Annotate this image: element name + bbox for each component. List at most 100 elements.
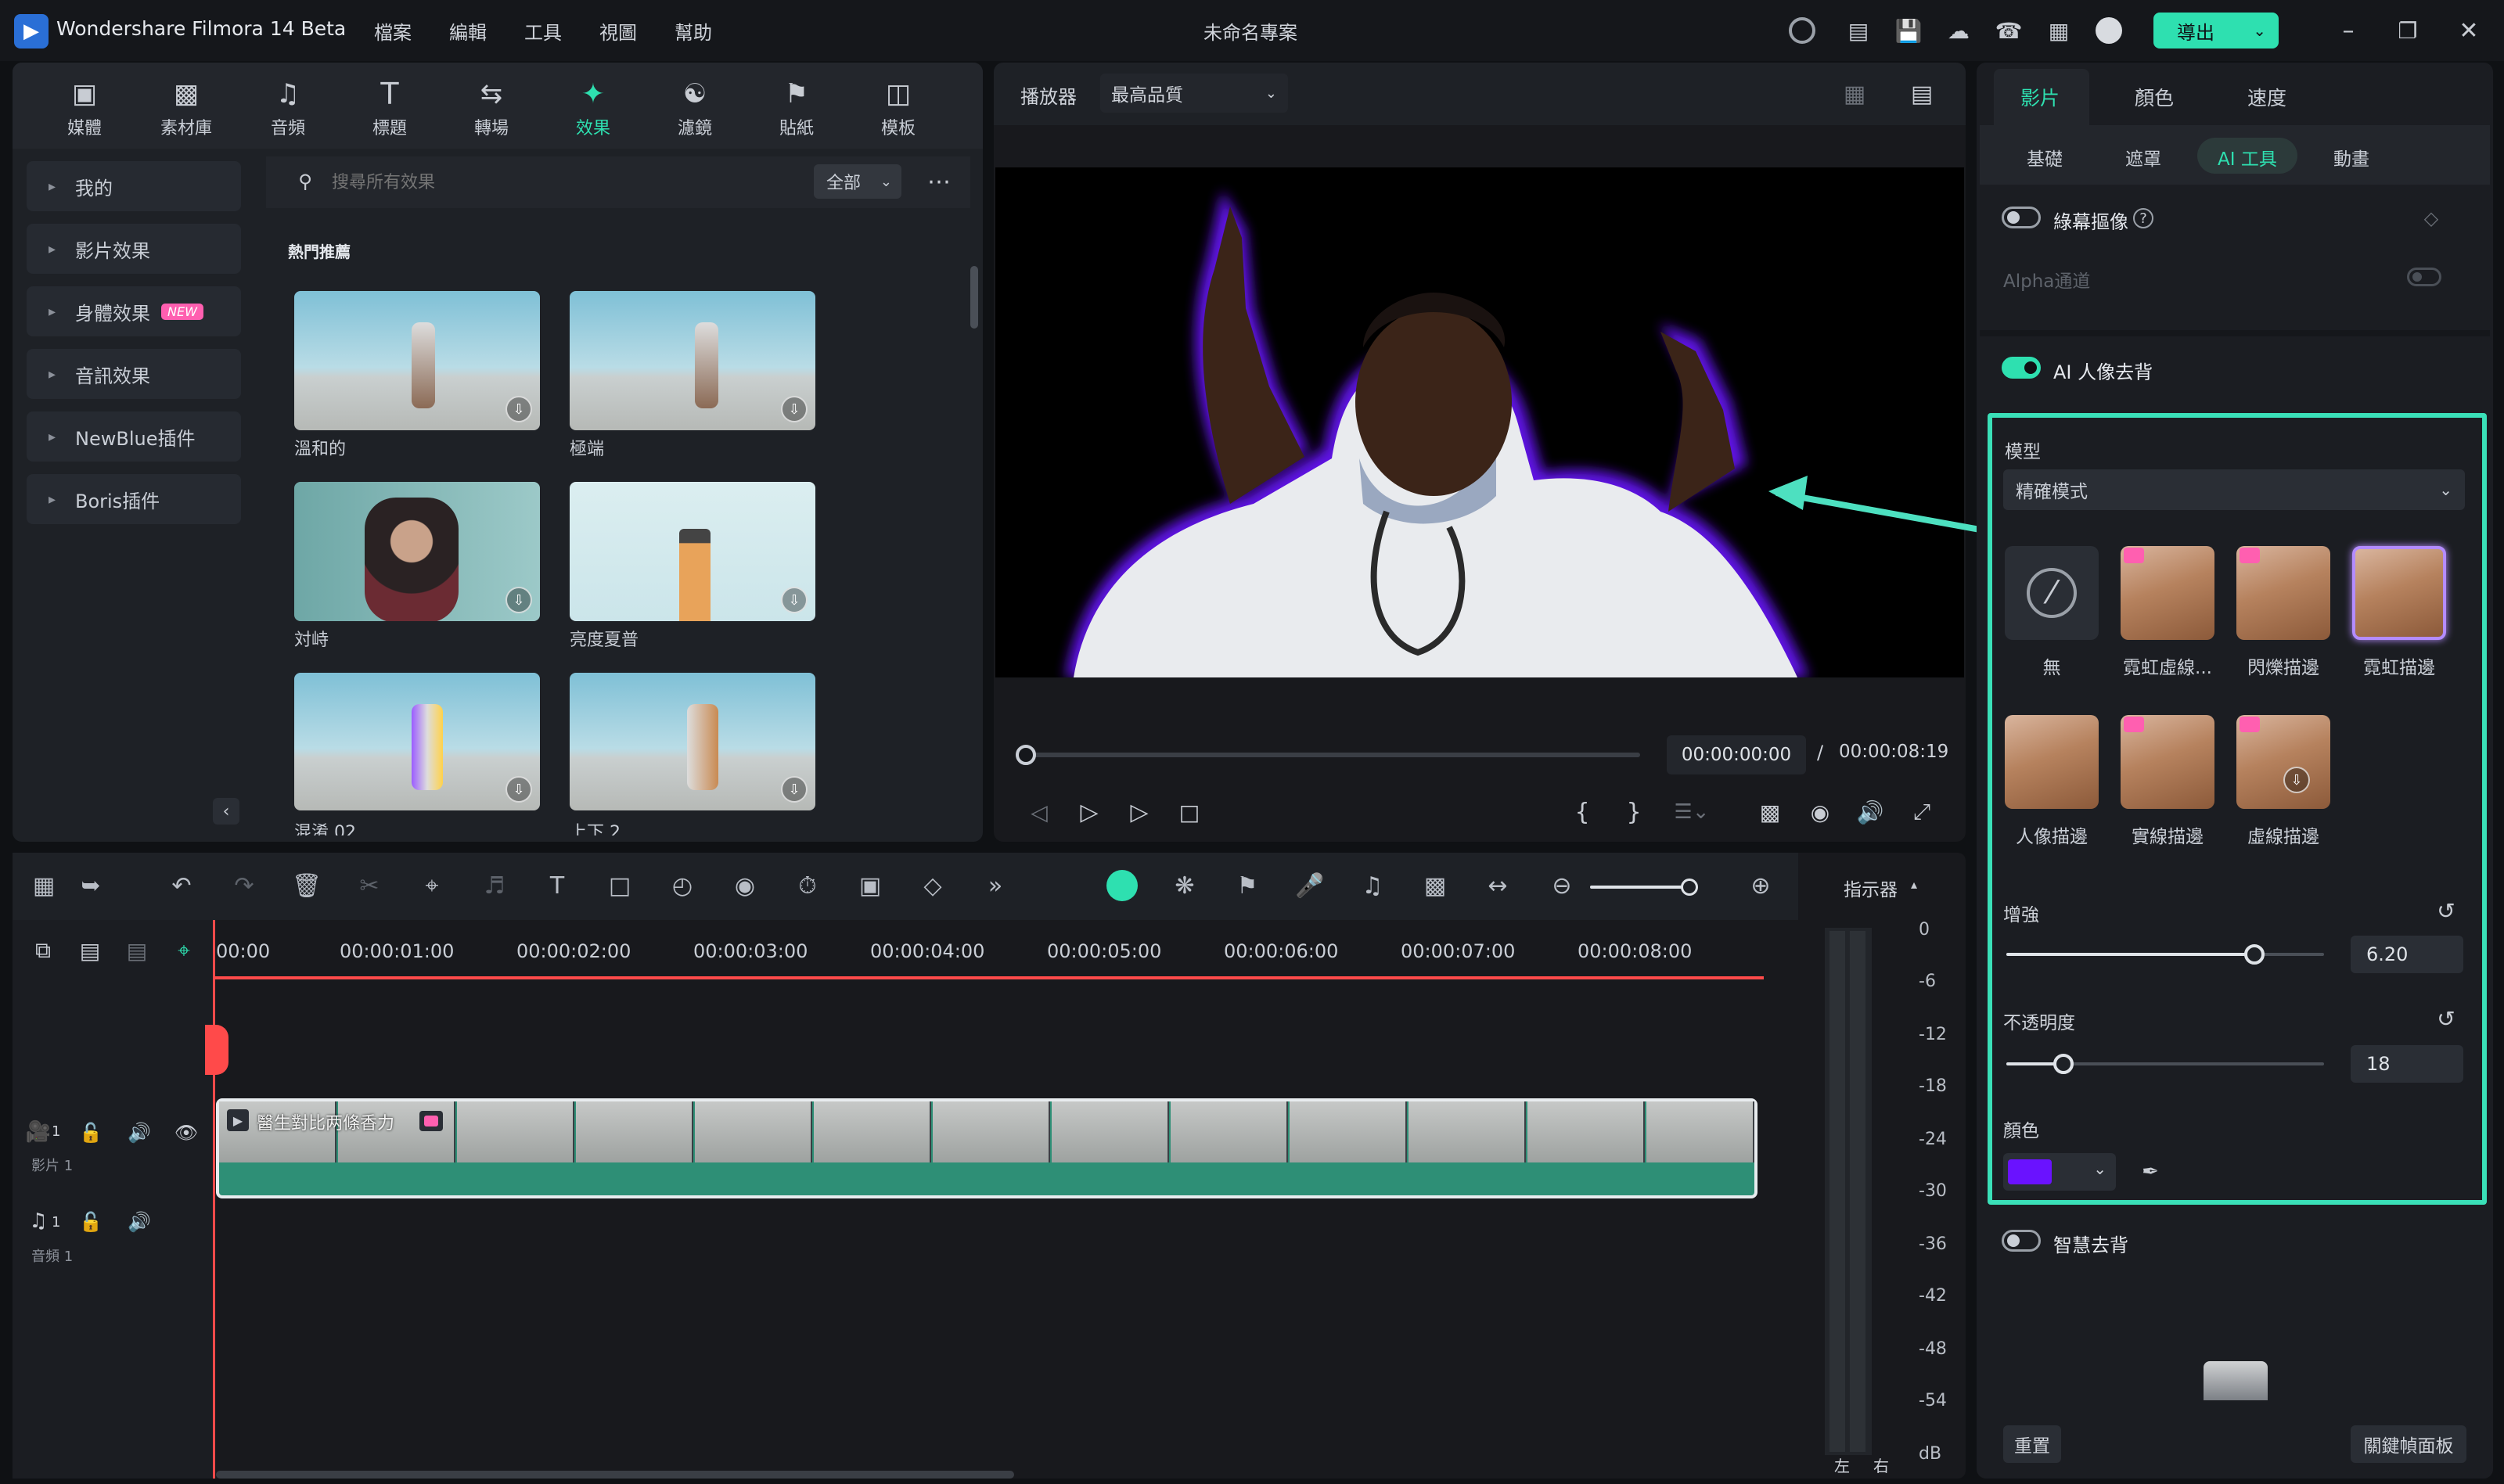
opacity-slider[interactable]: [2006, 1054, 2324, 1074]
smart-cutout-toggle[interactable]: [2002, 1230, 2041, 1252]
pip-icon[interactable]: ▩: [1419, 870, 1451, 901]
enhance-slider[interactable]: [2006, 944, 2324, 965]
display-icon[interactable]: ▩: [1754, 796, 1786, 828]
preset-flash-stroke[interactable]: [2236, 546, 2330, 640]
restore-icon[interactable]: ❐: [2394, 17, 2421, 44]
fullscreen-icon[interactable]: ⤢: [1906, 796, 1937, 828]
auto-reframe-icon[interactable]: ▣: [854, 870, 886, 901]
record-icon[interactable]: [1789, 17, 1815, 44]
render-icon[interactable]: ❋: [1169, 870, 1200, 901]
sidebar-item-video-effects[interactable]: 影片效果: [27, 224, 241, 274]
track-manage-icon[interactable]: ▤: [122, 936, 152, 965]
camera-icon[interactable]: ◉: [1804, 796, 1836, 828]
zoom-in-icon[interactable]: ⊕: [1745, 870, 1776, 901]
effect-thumb-standoff[interactable]: ⇩: [294, 482, 540, 621]
playback-scrubber[interactable]: [1016, 745, 1640, 765]
download-icon[interactable]: ⇩: [781, 396, 808, 422]
cloud-icon[interactable]: ☁: [1945, 17, 1972, 44]
redo-icon[interactable]: ↷: [228, 870, 260, 901]
opacity-slider-knob[interactable]: [2053, 1054, 2074, 1074]
audio-icon[interactable]: ♫: [272, 78, 304, 110]
download-icon[interactable]: ⇩: [781, 776, 808, 803]
reset-button[interactable]: 重置: [2003, 1425, 2061, 1463]
timeline-hscrollbar[interactable]: [216, 1471, 1014, 1479]
ai-portrait-toggle[interactable]: [2002, 357, 2041, 379]
quality-dropdown[interactable]: 最高品質 ⌄: [1100, 74, 1288, 113]
indicator-label[interactable]: 指示器: [1844, 875, 1898, 901]
lock-icon[interactable]: 🔓: [78, 1120, 103, 1145]
add-track-icon[interactable]: ⧉: [28, 936, 58, 965]
preset-neon-stroke[interactable]: [2352, 546, 2446, 640]
snap-icon[interactable]: ⌖: [169, 936, 199, 965]
sidebar-item-body-effects[interactable]: 身體效果 NEW: [27, 286, 241, 336]
mark-out-icon[interactable]: }: [1618, 796, 1650, 828]
stop-icon[interactable]: □: [1174, 796, 1205, 828]
select-tool-icon[interactable]: ➥: [75, 870, 106, 901]
enhance-slider-knob[interactable]: [2243, 944, 2265, 965]
caret-up-icon[interactable]: ▴: [1906, 875, 1922, 893]
zoom-slider-knob[interactable]: [1681, 879, 1698, 896]
menu-help[interactable]: 幫助: [675, 17, 712, 45]
filter-dropdown[interactable]: 全部 ⌄: [814, 164, 901, 199]
grid-icon[interactable]: ▦: [2045, 17, 2072, 44]
lock-icon[interactable]: 🔓: [78, 1209, 103, 1234]
avatar[interactable]: [2096, 17, 2122, 44]
effects-icon[interactable]: ✦: [577, 78, 609, 110]
effects-search[interactable]: ⚲ 全部 ⌄ ⋯: [266, 156, 970, 208]
effect-thumb-gentle[interactable]: ⇩: [294, 291, 540, 430]
toolbar-effects[interactable]: 效果: [554, 114, 632, 139]
mute-icon[interactable]: 🔊: [127, 1120, 152, 1145]
toolbar-template[interactable]: 模板: [859, 114, 937, 139]
sidebar-item-newblue[interactable]: NewBlue插件: [27, 411, 241, 462]
model-dropdown[interactable]: 精確模式 ⌄: [2003, 469, 2465, 510]
tab-color[interactable]: 顏色: [2135, 83, 2174, 111]
keyframe-diamond-icon[interactable]: ◇: [2419, 207, 2443, 230]
timer-icon[interactable]: ⏱: [792, 870, 823, 901]
download-icon[interactable]: ⇩: [505, 587, 532, 613]
transition-icon[interactable]: ⇆: [476, 78, 507, 110]
tab-speed[interactable]: 速度: [2247, 83, 2286, 111]
toolbar-sticker[interactable]: 貼紙: [757, 114, 836, 139]
close-icon[interactable]: ✕: [2455, 17, 2482, 45]
split-icon[interactable]: ✂: [354, 870, 385, 901]
zoom-slider[interactable]: [1590, 879, 1698, 896]
eyedropper-icon[interactable]: ✒: [2136, 1158, 2164, 1186]
speed-icon[interactable]: ◴: [667, 870, 698, 901]
zoom-out-icon[interactable]: ⊖: [1546, 870, 1578, 901]
fit-timeline-icon[interactable]: ↔: [1482, 870, 1513, 901]
download-icon[interactable]: ⇩: [505, 776, 532, 803]
preset-none[interactable]: ⁄: [2005, 546, 2099, 640]
playhead-handle[interactable]: [205, 1025, 228, 1075]
subtab-animation[interactable]: 動畫: [2333, 144, 2369, 171]
link-icon[interactable]: ▤: [75, 936, 105, 965]
effect-thumb-updown[interactable]: ⇩: [570, 673, 815, 810]
opacity-input[interactable]: 18: [2351, 1045, 2463, 1083]
ai-assistant-icon[interactable]: [1106, 870, 1138, 901]
library-scrollbar[interactable]: [970, 266, 978, 329]
download-icon[interactable]: ⇩: [505, 396, 532, 422]
more-icon[interactable]: ⋯: [923, 167, 955, 196]
current-time-box[interactable]: 00:00:00:00: [1667, 735, 1806, 774]
step-play-icon[interactable]: ▷: [1074, 796, 1105, 828]
enhance-input[interactable]: 6.20: [2351, 936, 2463, 973]
play-icon[interactable]: ▷: [1124, 796, 1155, 828]
toolbar-title[interactable]: 標題: [351, 114, 429, 139]
layout-icon[interactable]: ▤: [1845, 17, 1872, 44]
more-tools-icon[interactable]: »: [980, 870, 1011, 901]
download-icon[interactable]: ⇩: [2283, 767, 2310, 793]
effect-thumb-confuse[interactable]: ⇩: [294, 673, 540, 810]
toolbar-transition[interactable]: 轉場: [452, 114, 531, 139]
subtab-basic[interactable]: 基礎: [2027, 144, 2063, 171]
preset-dashed-stroke[interactable]: ⇩: [2236, 715, 2330, 809]
filter-icon[interactable]: ☯: [679, 78, 711, 110]
color-picker[interactable]: ⌄: [2003, 1153, 2116, 1191]
preset-portrait-stroke[interactable]: [2005, 715, 2099, 809]
effect-thumb-extreme[interactable]: ⇩: [570, 291, 815, 430]
scrubber-knob[interactable]: [1016, 745, 1036, 765]
stock-icon[interactable]: ▩: [171, 78, 202, 110]
volume-icon[interactable]: 🔊: [1855, 796, 1886, 828]
chroma-key-toggle[interactable]: [2002, 207, 2041, 228]
save-icon[interactable]: 💾: [1895, 17, 1923, 44]
keyframe-icon[interactable]: ◇: [917, 870, 948, 901]
preset-neon-dashed[interactable]: [2121, 546, 2214, 640]
